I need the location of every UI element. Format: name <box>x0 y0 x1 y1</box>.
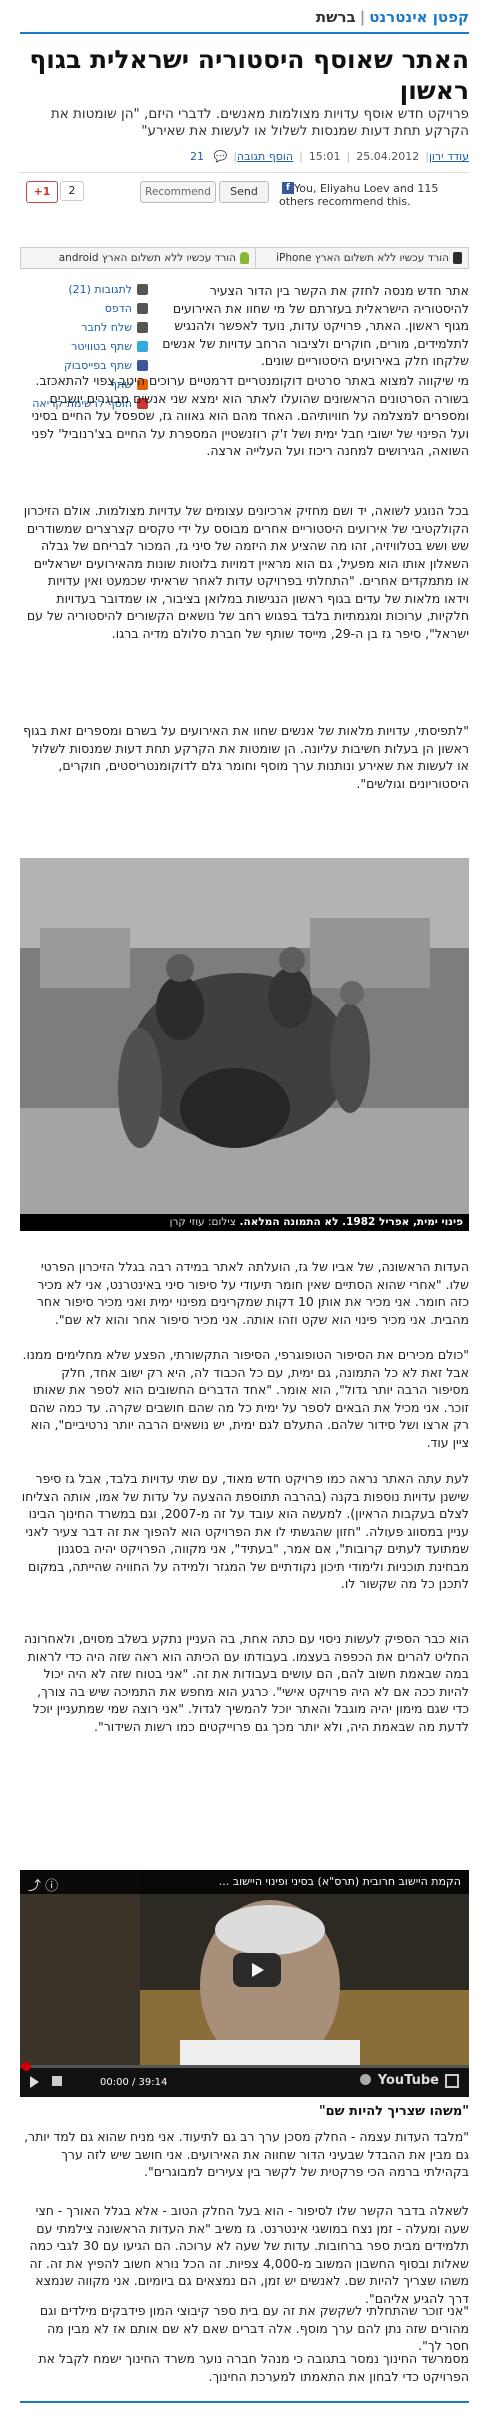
share-menu-item[interactable]: שתף בטוויטר <box>20 337 148 356</box>
comments-count-link[interactable]: 💬 21 <box>184 150 227 163</box>
meta-separator: | <box>299 150 303 163</box>
iphone-icon <box>453 252 462 264</box>
volume-icon[interactable] <box>52 2076 62 2086</box>
send-button[interactable]: Send <box>219 181 269 203</box>
recommend-button[interactable]: Recommend <box>140 181 216 203</box>
comment-bubble-icon: 💬 <box>213 150 228 163</box>
android-icon <box>240 252 249 264</box>
video-top-icons: ⓘ ⤴ <box>28 1875 58 1894</box>
paragraph-12: מסמרשד החינוך נמסר בתגובה כי מנהל חברה נ… <box>38 2351 469 2384</box>
paragraph-3: בכל הנוגע לשואה, יד ושם מחזיק ארכיונים ע… <box>23 503 469 641</box>
author-link[interactable]: עודד ירון <box>429 150 469 163</box>
article-date: 25.04.2012 <box>356 150 420 163</box>
info-icon[interactable]: ⓘ <box>45 1879 58 1894</box>
video-player[interactable]: הקמת היישוב חרובית (תרס"א) בסיני ופינוי … <box>20 1870 469 2097</box>
fullscreen-icon[interactable] <box>445 2074 459 2088</box>
facebook-icon: f <box>282 182 294 194</box>
mail-icon <box>137 322 148 333</box>
app-download-bar: הורד עכשיו ללא תשלום הארץ iPhone הורד עכ… <box>20 247 469 269</box>
paragraph-7: לעת עתה האתר נראה כמו פרויקט חדש מאוד, ע… <box>21 1471 469 1591</box>
paragraph-9: "מלבד העדות עצמה - החלק מסכן ערך רב גם ל… <box>24 2129 469 2179</box>
video-controls: 00:00 / 39:14 YouTube <box>20 2062 469 2097</box>
paragraph-1: אתר חדש מנסה לחזק את הקשר בין הדור הצעיר… <box>162 283 469 368</box>
article-page: { "breadcrumb": { "section": "קפטן אינטר… <box>0 0 489 2426</box>
article-photo <box>20 858 469 1214</box>
share-menu-item[interactable]: הדפס <box>20 299 148 318</box>
photo-caption: פינוי ימית, אפריל 1982. לא התמונה המלאה.… <box>20 1214 469 1231</box>
paragraph-10: לשאלה בדבר הקשר שלו לסיפור - הוא בעל החל… <box>29 2203 469 2306</box>
paragraph-4: "לתפיסתי, עדויות מלאות של אנשים שחוו את … <box>23 723 469 791</box>
article-meta: עודד ירון|25.04.2012|15:01|הוסף תגובה|💬 … <box>20 150 469 173</box>
paragraph-5: העדות הראשונה, של אביו של גז, הועלתה לאת… <box>36 1259 469 1327</box>
add-comment-link[interactable]: הוסף תגובה <box>237 150 293 163</box>
share-menu-item[interactable]: לתגובות (21) <box>20 280 148 299</box>
paragraph-6: "כולם מכירים את הסיפור הטופוגרפי, הסיפור… <box>22 1347 469 1450</box>
share-menu-label: שתף בפייסבוק <box>63 359 132 372</box>
photo-image <box>20 858 469 1214</box>
paragraph-8: הוא כבר הספיק לעשות ניסוי עם כתה אחת, בה… <box>23 1631 469 1734</box>
social-bar: f You, Eliyahu Loev and 115 others recomm… <box>20 180 469 208</box>
section-subhead: "משהו שצריך להיות שם" <box>318 2104 469 2119</box>
share-menu-label: שלח לחבר <box>81 321 132 334</box>
article-time: 15:01 <box>308 150 341 163</box>
print-icon <box>137 303 148 314</box>
share-menu-label: לתגובות (21) <box>68 283 132 296</box>
gplus-button[interactable]: +1 <box>26 181 58 203</box>
photo-caption-text: פינוי ימית, אפריל 1982. לא התמונה המלאה. <box>239 1216 463 1228</box>
article-subtitle: פרויקט חדש אוסף עדויות מצולמות מאנשים. ל… <box>50 106 469 139</box>
video-title[interactable]: הקמת היישוב חרובית (תרס"א) בסיני ופינוי … <box>20 1870 469 1894</box>
video-time: 00:00 / 39:14 <box>100 2077 168 2088</box>
play-button[interactable] <box>233 1953 281 1987</box>
comments-count: 21 <box>190 150 204 163</box>
share-video-icon[interactable]: ⤴ <box>28 1879 41 1894</box>
share-menu-item[interactable]: שלח לחבר <box>20 318 148 337</box>
breadcrumb-section[interactable]: קפטן אינטרנט <box>369 8 469 26</box>
comment-icon <box>137 284 148 295</box>
play-control-icon[interactable] <box>30 2076 39 2088</box>
video-progress-bar[interactable] <box>20 2062 469 2071</box>
breadcrumb-separator: | <box>359 8 366 26</box>
twitter-icon <box>137 341 148 352</box>
gplus-count: 2 <box>60 181 84 201</box>
youtube-logo[interactable]: YouTube <box>378 2073 439 2088</box>
photo-credit: צילום: עוזי קרן <box>169 1216 236 1228</box>
paragraph-11: "אני זוכר שהתחלתי לשקשק את זה עם בית ספר… <box>39 2303 469 2353</box>
facebook-recommend-text: f You, Eliyahu Loev and 115 others recomm… <box>279 182 439 208</box>
meta-separator: | <box>346 150 351 163</box>
share-menu-label: הדפס <box>104 302 132 315</box>
breadcrumb: קפטן אינטרנט|ברשת <box>20 8 469 34</box>
video-scrubber[interactable] <box>22 2062 31 2071</box>
facebook-icon <box>137 360 148 371</box>
paragraph-2: מי שיקווה למצוא באתר סרטים דוקומנטריים ד… <box>31 373 469 458</box>
android-app-button[interactable]: הורד עכשיו ללא תשלום הארץ android <box>20 247 256 269</box>
breadcrumb-sub[interactable]: ברשת <box>316 8 356 26</box>
article-title: האתר שאוסף היסטוריה ישראלית בגוף ראשון <box>29 45 469 105</box>
footer-divider <box>20 2401 469 2403</box>
iphone-app-button[interactable]: הורד עכשיו ללא תשלום הארץ iPhone <box>233 247 469 269</box>
share-menu-label: שתף בטוויטר <box>71 340 132 353</box>
settings-gear-icon[interactable] <box>360 2074 371 2085</box>
